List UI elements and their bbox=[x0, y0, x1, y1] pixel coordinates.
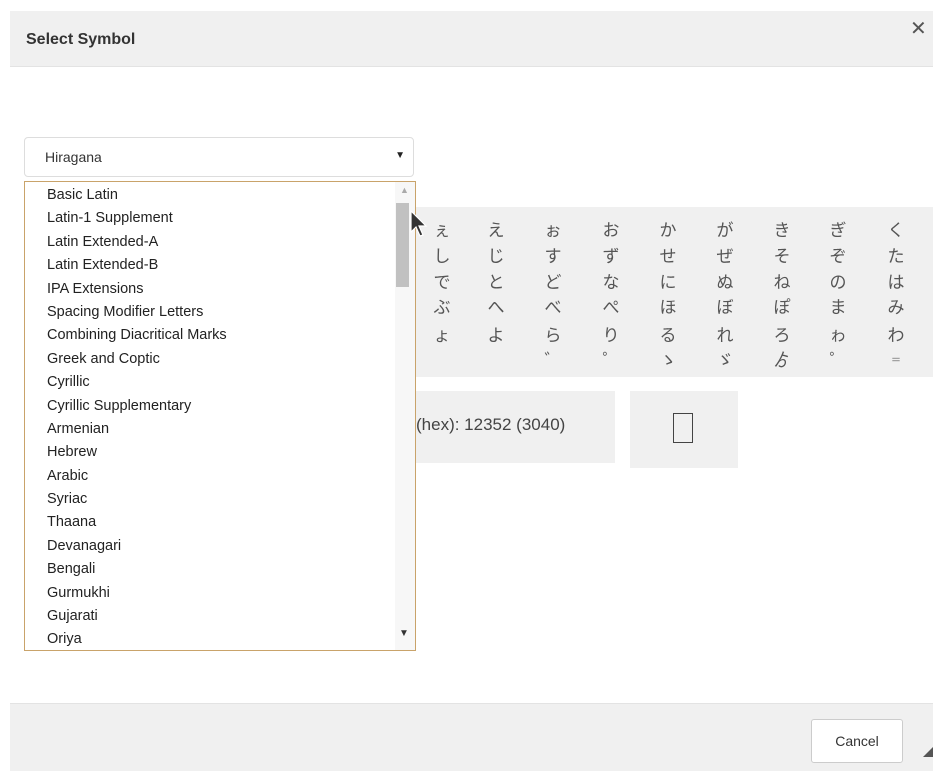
unicode-block-select[interactable]: Hiragana ▼ bbox=[24, 137, 414, 177]
block-option[interactable]: Bengali bbox=[47, 558, 227, 581]
block-option[interactable]: Arabic bbox=[47, 465, 227, 488]
symbol-cell[interactable]: ず bbox=[591, 243, 631, 271]
symbol-cell[interactable]: ぶ bbox=[422, 294, 462, 322]
dialog-title: Select Symbol bbox=[26, 31, 136, 48]
close-icon[interactable]: ✕ bbox=[910, 16, 927, 42]
symbol-cell[interactable]: ろ bbox=[762, 322, 802, 350]
symbol-cell[interactable]: の bbox=[818, 269, 858, 297]
block-option[interactable]: Thaana bbox=[47, 511, 227, 534]
block-option[interactable]: Cyrillic Supplementary bbox=[47, 395, 227, 418]
symbol-cell[interactable]: ゟ bbox=[762, 347, 802, 375]
symbol-cell[interactable]: ほ bbox=[648, 294, 688, 322]
symbol-cell[interactable]: ゝ bbox=[648, 347, 688, 375]
block-option[interactable]: IPA Extensions bbox=[47, 278, 227, 301]
block-option[interactable]: Greek and Coptic bbox=[47, 348, 227, 371]
block-option[interactable]: Oriya bbox=[47, 628, 227, 650]
scrollbar-thumb[interactable] bbox=[396, 203, 409, 287]
symbol-cell[interactable]: が bbox=[705, 217, 745, 245]
symbol-cell[interactable]: く bbox=[876, 217, 916, 245]
block-option[interactable]: Latin-1 Supplement bbox=[47, 207, 227, 230]
block-option[interactable]: Basic Latin bbox=[47, 184, 227, 207]
symbol-cell[interactable]: み bbox=[876, 294, 916, 322]
symbol-cell[interactable]: す bbox=[533, 243, 573, 271]
symbol-cell[interactable] bbox=[476, 347, 516, 375]
block-option[interactable]: Combining Diacritical Marks bbox=[47, 324, 227, 347]
block-option[interactable]: Syriac bbox=[47, 488, 227, 511]
block-option[interactable]: Gurmukhi bbox=[47, 582, 227, 605]
symbol-cell[interactable]: で bbox=[422, 269, 462, 297]
symbol-cell[interactable]: ね bbox=[762, 269, 802, 297]
code-info-box: (hex): 12352 (3040) bbox=[416, 391, 615, 463]
symbol-cell[interactable]: れ bbox=[705, 322, 745, 350]
symbol-cell[interactable]: わ bbox=[876, 322, 916, 350]
symbol-cell[interactable]: ぉ bbox=[533, 217, 573, 245]
block-option[interactable]: Latin Extended-B bbox=[47, 254, 227, 277]
symbol-cell[interactable]: ぬ bbox=[705, 269, 745, 297]
symbol-cell[interactable]: じ bbox=[476, 243, 516, 271]
code-info: (hex): 12352 (3040) bbox=[416, 415, 566, 434]
symbol-cell[interactable]: せ bbox=[648, 243, 688, 271]
symbol-cell[interactable]: に bbox=[648, 269, 688, 297]
block-option[interactable]: Latin Extended-A bbox=[47, 231, 227, 254]
symbol-cell[interactable] bbox=[422, 347, 462, 375]
dialog-header: Select Symbol bbox=[10, 11, 933, 67]
symbol-cell[interactable]: と bbox=[476, 269, 516, 297]
symbol-cell[interactable]: ゜ bbox=[818, 347, 858, 375]
block-options: Basic Latin Latin-1 Supplement Latin Exten… bbox=[47, 184, 227, 650]
symbol-cell[interactable]: た bbox=[876, 243, 916, 271]
block-options-list[interactable]: Basic Latin Latin-1 Supplement Latin Exten… bbox=[24, 181, 416, 651]
symbol-cell[interactable]: ど bbox=[533, 269, 573, 297]
symbol-cell[interactable]: ぜ bbox=[705, 243, 745, 271]
scroll-up-icon[interactable]: ▲ bbox=[400, 185, 409, 195]
symbol-cell[interactable]: り bbox=[591, 322, 631, 350]
selected-block: Hiragana bbox=[45, 149, 102, 165]
symbol-cell[interactable]: ゞ bbox=[705, 347, 745, 375]
symbol-cell[interactable]: し bbox=[422, 243, 462, 271]
symbol-grid: ぇえぉおかがきぎくしじすずせぜそぞたでとどなにぬねのはぶへべぺほぼぽまみょよらり… bbox=[416, 207, 933, 377]
symbol-cell[interactable]: ゠ bbox=[876, 347, 916, 375]
block-option[interactable]: Hebrew bbox=[47, 441, 227, 464]
symbol-cell[interactable]: そ bbox=[762, 243, 802, 271]
symbol-cell[interactable]: よ bbox=[476, 322, 516, 350]
symbol-cell[interactable]: る bbox=[648, 322, 688, 350]
symbol-cell[interactable]: へ bbox=[476, 294, 516, 322]
symbol-cell[interactable]: ぎ bbox=[818, 217, 858, 245]
symbol-preview bbox=[630, 391, 738, 468]
symbol-cell[interactable]: ゎ bbox=[818, 322, 858, 350]
cancel-button[interactable]: Cancel bbox=[811, 719, 903, 763]
symbol-cell[interactable]: ょ bbox=[422, 322, 462, 350]
symbol-cell[interactable]: お bbox=[591, 217, 631, 245]
resize-handle-icon[interactable] bbox=[923, 747, 933, 757]
symbol-cell[interactable]: ら bbox=[533, 322, 573, 350]
symbol-cell[interactable]: な bbox=[591, 269, 631, 297]
preview-glyph bbox=[673, 413, 693, 443]
symbol-cell[interactable]: ぺ bbox=[591, 294, 631, 322]
block-option[interactable]: Devanagari bbox=[47, 535, 227, 558]
dialog-footer bbox=[10, 703, 933, 771]
symbol-cell[interactable]: き bbox=[762, 217, 802, 245]
symbol-cell[interactable]: ぼ bbox=[705, 294, 745, 322]
dropdown-arrow-icon: ▼ bbox=[395, 150, 405, 161]
scroll-down-icon[interactable]: ▼ bbox=[399, 628, 409, 639]
block-option[interactable]: Gujarati bbox=[47, 605, 227, 628]
symbol-cell[interactable]: は bbox=[876, 269, 916, 297]
symbol-cell[interactable]: ゛ bbox=[533, 347, 573, 375]
symbol-cell[interactable]: え bbox=[476, 217, 516, 245]
symbol-cell[interactable]: ま bbox=[818, 294, 858, 322]
symbol-cell[interactable]: ぽ bbox=[762, 294, 802, 322]
symbol-cell[interactable]: べ bbox=[533, 294, 573, 322]
block-option[interactable]: Cyrillic bbox=[47, 371, 227, 394]
block-option[interactable]: Armenian bbox=[47, 418, 227, 441]
symbol-cell[interactable]: か bbox=[648, 217, 688, 245]
symbol-cell[interactable]: ゜ bbox=[591, 347, 631, 375]
mouse-cursor-icon bbox=[410, 210, 428, 237]
block-option[interactable]: Spacing Modifier Letters bbox=[47, 301, 227, 324]
symbol-cell[interactable]: ぞ bbox=[818, 243, 858, 271]
select-symbol-dialog: Select Symbol ✕ Hiragana ▼ ぇえぉおかがきぎくしじすず… bbox=[0, 0, 933, 771]
